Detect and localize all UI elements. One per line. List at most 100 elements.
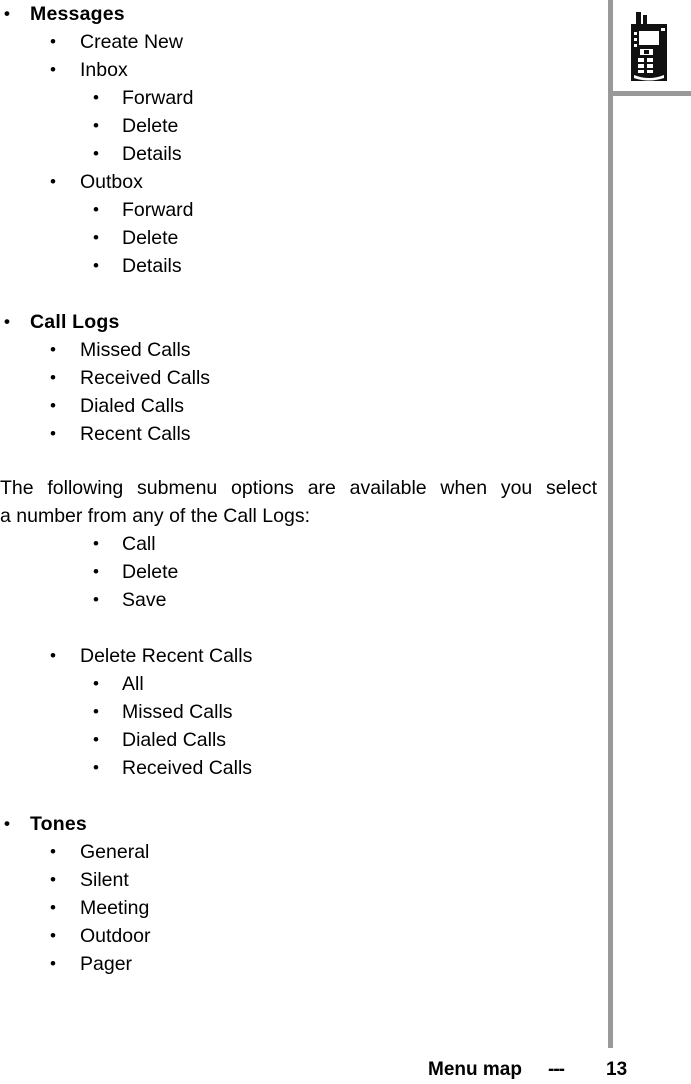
bullet-icon: •: [93, 562, 99, 581]
bullet-icon: •: [93, 256, 99, 275]
footer-section-title: Menu map: [428, 1059, 522, 1080]
outline-item-save: • Save: [0, 586, 597, 614]
outline-item-label: Delete: [122, 561, 179, 583]
outline-item-missed-calls: • Missed Calls: [0, 336, 597, 364]
bullet-icon: •: [93, 116, 99, 135]
submenu-description-paragraph: The following submenu options are availa…: [0, 474, 597, 530]
footer-separator: ---: [548, 1059, 565, 1080]
outline-item-inbox-delete: • Delete: [0, 112, 597, 140]
bullet-icon: •: [50, 842, 56, 861]
outline-item-dialed-calls: • Dialed Calls: [0, 392, 597, 420]
outline-item-create-new: • Create New: [0, 28, 597, 56]
outline-item-outbox-forward: • Forward: [0, 196, 597, 224]
bullet-icon: •: [93, 200, 99, 219]
outline-item-label: Received Calls: [80, 367, 211, 389]
bullet-icon: •: [50, 926, 56, 945]
outline-item-label: Meeting: [80, 897, 150, 919]
menu-map-content: • Messages • Create New • Inbox • Forwar…: [0, 0, 597, 978]
outline-item-recent-calls: • Recent Calls: [0, 420, 597, 448]
bullet-icon: •: [50, 424, 56, 443]
outline-item-label: Delete: [122, 227, 179, 249]
bullet-icon: •: [93, 590, 99, 609]
outline-item-missed-calls: • Missed Calls: [0, 698, 597, 726]
outline-item-dialed-calls: • Dialed Calls: [0, 726, 597, 754]
bullet-icon: •: [93, 228, 99, 247]
margin-horizontal-rule: [608, 91, 691, 96]
outline-item-label: Outdoor: [80, 925, 151, 947]
bullet-icon: •: [4, 814, 11, 833]
margin-vertical-rule: [608, 0, 613, 1048]
outline-item-delete-recent-calls: • Delete Recent Calls: [0, 642, 597, 670]
outline-item-all: • All: [0, 670, 597, 698]
bullet-icon: •: [4, 4, 11, 23]
outline-item-silent: • Silent: [0, 866, 597, 894]
bullet-icon: •: [93, 674, 99, 693]
bullet-icon: •: [50, 954, 56, 973]
bullet-icon: •: [93, 88, 99, 107]
paragraph-line-2: a number from any of the Call Logs:: [0, 505, 310, 527]
outline-item-delete: • Delete: [0, 558, 597, 586]
outline-item-label: Forward: [122, 199, 194, 221]
outline-item-label: Delete Recent Calls: [80, 645, 253, 667]
bullet-icon: •: [50, 870, 56, 889]
outline-item-meeting: • Meeting: [0, 894, 597, 922]
outline-item-outbox-delete: • Delete: [0, 224, 597, 252]
outline-item-label: Pager: [80, 953, 133, 975]
bullet-icon: •: [93, 534, 99, 553]
outline-item-call: • Call: [0, 530, 597, 558]
outline-item-label: Dialed Calls: [80, 395, 185, 417]
outline-item-tones: • Tones: [0, 810, 597, 838]
bullet-icon: •: [93, 144, 99, 163]
outline-item-label: Missed Calls: [122, 701, 233, 723]
outline-item-label: Dialed Calls: [122, 729, 227, 751]
outline-item-label: Tones: [30, 813, 87, 835]
bullet-icon: •: [50, 368, 56, 387]
outline-item-pager: • Pager: [0, 950, 597, 978]
bullet-icon: •: [50, 32, 56, 51]
paragraph-line-1: The following submenu options are availa…: [0, 477, 597, 499]
outline-item-outbox-details: • Details: [0, 252, 597, 280]
bullet-icon: •: [50, 396, 56, 415]
page-footer: Menu map --- 13: [0, 1056, 691, 1084]
outline-item-inbox-details: • Details: [0, 140, 597, 168]
bullet-icon: •: [50, 172, 56, 191]
bullet-icon: •: [4, 312, 11, 331]
outline-item-label: Messages: [30, 3, 125, 25]
bullet-icon: •: [93, 730, 99, 749]
outline-item-label: Delete: [122, 115, 179, 137]
outline-item-label: Recent Calls: [80, 423, 191, 445]
manual-page: • Messages • Create New • Inbox • Forwar…: [0, 0, 691, 1084]
outline-item-received-calls: • Received Calls: [0, 364, 597, 392]
outline-item-label: Create New: [80, 31, 183, 53]
outline-item-label: Save: [122, 589, 167, 611]
outline-item-label: Outbox: [80, 171, 143, 193]
bullet-icon: •: [93, 702, 99, 721]
outline-item-label: Call Logs: [30, 311, 120, 333]
outline-item-call-logs: • Call Logs: [0, 308, 597, 336]
outline-item-messages: • Messages: [0, 0, 597, 28]
outline-item-outdoor: • Outdoor: [0, 922, 597, 950]
outline-item-received-calls: • Received Calls: [0, 754, 597, 782]
outline-item-label: Details: [122, 255, 182, 277]
outline-item-label: Call: [122, 533, 156, 555]
bullet-icon: •: [50, 60, 56, 79]
outline-item-label: Silent: [80, 869, 129, 891]
outline-item-label: Forward: [122, 87, 194, 109]
outline-item-inbox: • Inbox: [0, 56, 597, 84]
outline-item-inbox-forward: • Forward: [0, 84, 597, 112]
outline-item-label: General: [80, 841, 150, 863]
bullet-icon: •: [93, 758, 99, 777]
bullet-icon: •: [50, 340, 56, 359]
outline-item-label: Details: [122, 143, 182, 165]
outline-item-label: Received Calls: [122, 757, 253, 779]
bullet-icon: •: [50, 646, 56, 665]
outline-item-label: Missed Calls: [80, 339, 191, 361]
outline-item-general: • General: [0, 838, 597, 866]
outline-item-label: All: [122, 673, 144, 695]
outline-item-outbox: • Outbox: [0, 168, 597, 196]
outline-item-label: Inbox: [80, 59, 128, 81]
